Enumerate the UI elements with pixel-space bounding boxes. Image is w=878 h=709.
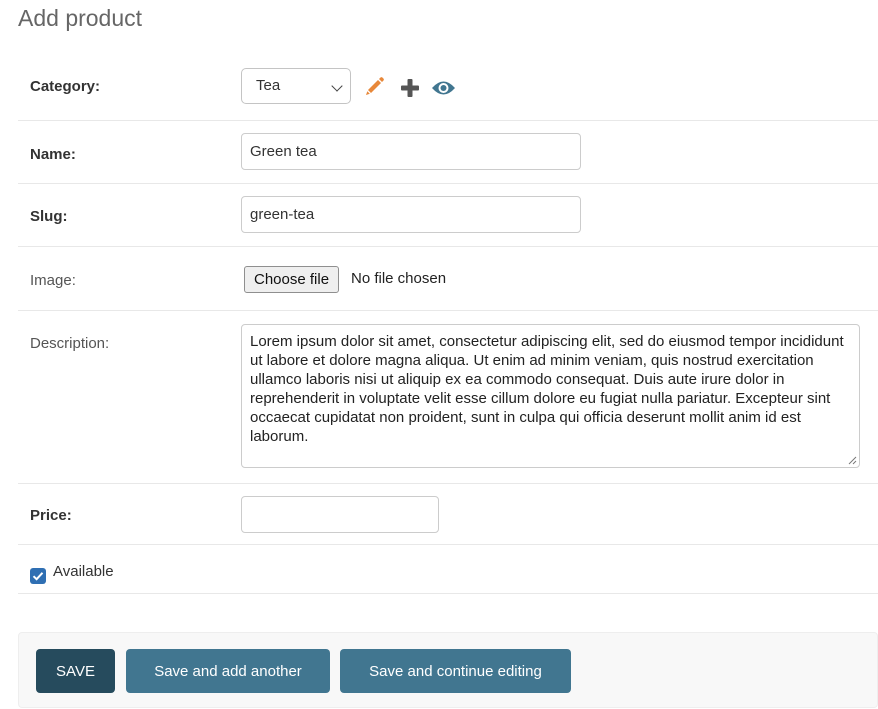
eye-icon[interactable]	[431, 79, 456, 102]
category-select[interactable]: Tea	[241, 68, 351, 104]
name-row: Name:	[18, 121, 878, 184]
choose-file-button[interactable]: Choose file	[244, 266, 340, 293]
slug-label: Slug:	[30, 208, 68, 225]
product-form: Category: Tea Name: Green tea Slug: gree…	[18, 55, 878, 594]
save-button[interactable]: SAVE	[36, 649, 115, 693]
save-and-add-another-button[interactable]: Save and add another	[126, 649, 330, 693]
plus-icon[interactable]	[400, 78, 420, 103]
name-label: Name:	[30, 146, 76, 163]
available-label: Available	[53, 563, 114, 580]
file-status-text: No file chosen	[351, 270, 447, 287]
price-label: Price:	[30, 507, 72, 524]
chevron-down-icon	[331, 80, 343, 92]
available-checkbox[interactable]	[30, 568, 46, 584]
page-title: Add product	[18, 5, 143, 31]
category-selected-value: Tea	[256, 77, 281, 94]
description-row: Description: Lorem ipsum dolor sit amet,…	[18, 311, 878, 484]
pencil-icon[interactable]	[364, 75, 386, 102]
slug-row: Slug:	[18, 184, 878, 247]
submit-row: SAVE Save and add another Save and conti…	[18, 632, 878, 708]
slug-input[interactable]	[241, 196, 581, 233]
description-label: Description:	[30, 335, 110, 352]
save-and-continue-editing-button[interactable]: Save and continue editing	[340, 649, 571, 693]
available-row: Available	[18, 545, 878, 594]
name-input[interactable]	[241, 133, 581, 170]
image-row: Image: Choose file No file chosen	[18, 247, 878, 311]
price-row: Price:	[18, 484, 878, 545]
resize-handle-icon[interactable]	[847, 455, 857, 465]
description-textarea[interactable]: Lorem ipsum dolor sit amet, consectetur …	[241, 324, 860, 468]
checkmark-icon	[32, 572, 44, 581]
price-input[interactable]	[241, 496, 439, 533]
image-label: Image:	[30, 272, 76, 289]
category-row: Category: Tea	[18, 55, 878, 121]
description-text: Lorem ipsum dolor sit amet, consectetur …	[250, 333, 844, 445]
category-label: Category:	[30, 78, 101, 95]
